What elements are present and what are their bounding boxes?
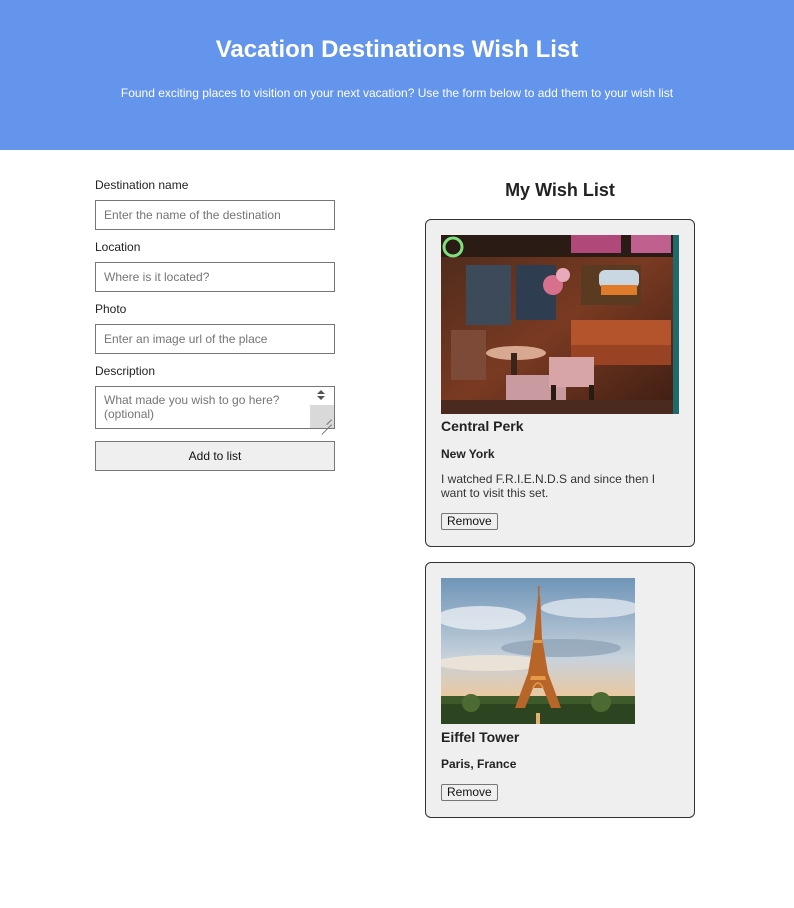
textarea-scroll-arrows[interactable] — [310, 387, 334, 404]
page-header: Vacation Destinations Wish List Found ex… — [0, 0, 794, 150]
destination-description: I watched F.R.I.E.N.D.S and since then I… — [441, 472, 656, 500]
resize-grip-icon[interactable] — [310, 405, 334, 428]
description-textarea[interactable] — [95, 386, 335, 429]
cafe-interior-photo — [441, 235, 679, 414]
wishlist-title: My Wish List — [505, 180, 615, 200]
scroll-up-icon[interactable] — [317, 390, 325, 394]
remove-button[interactable]: Remove — [441, 784, 498, 801]
description-label: Description — [95, 364, 156, 378]
destination-location: New York — [441, 447, 495, 461]
add-destination-form: Destination name Location Photo Descript… — [95, 178, 335, 471]
location-label: Location — [95, 240, 141, 254]
destination-location: Paris, France — [441, 757, 517, 771]
photo-url-input[interactable] — [95, 324, 335, 354]
destination-name: Central Perk — [441, 418, 524, 434]
scroll-down-icon[interactable] — [317, 396, 325, 400]
remove-button[interactable]: Remove — [441, 513, 498, 530]
page-subtitle: Found exciting places to visition on you… — [120, 86, 674, 100]
destination-name: Eiffel Tower — [441, 729, 520, 745]
add-to-list-button[interactable]: Add to list — [95, 441, 335, 471]
description-field — [95, 386, 335, 429]
eiffel-tower-photo — [441, 578, 635, 724]
wishlist-card: Eiffel Tower Paris, France Remove — [425, 562, 695, 818]
destination-name-label: Destination name — [95, 178, 189, 192]
location-input[interactable] — [95, 262, 335, 292]
photo-label: Photo — [95, 302, 127, 316]
wishlist-card: Central Perk New York I watched F.R.I.E.… — [425, 219, 695, 547]
page-title: Vacation Destinations Wish List — [215, 36, 579, 63]
destination-name-input[interactable] — [95, 200, 335, 230]
